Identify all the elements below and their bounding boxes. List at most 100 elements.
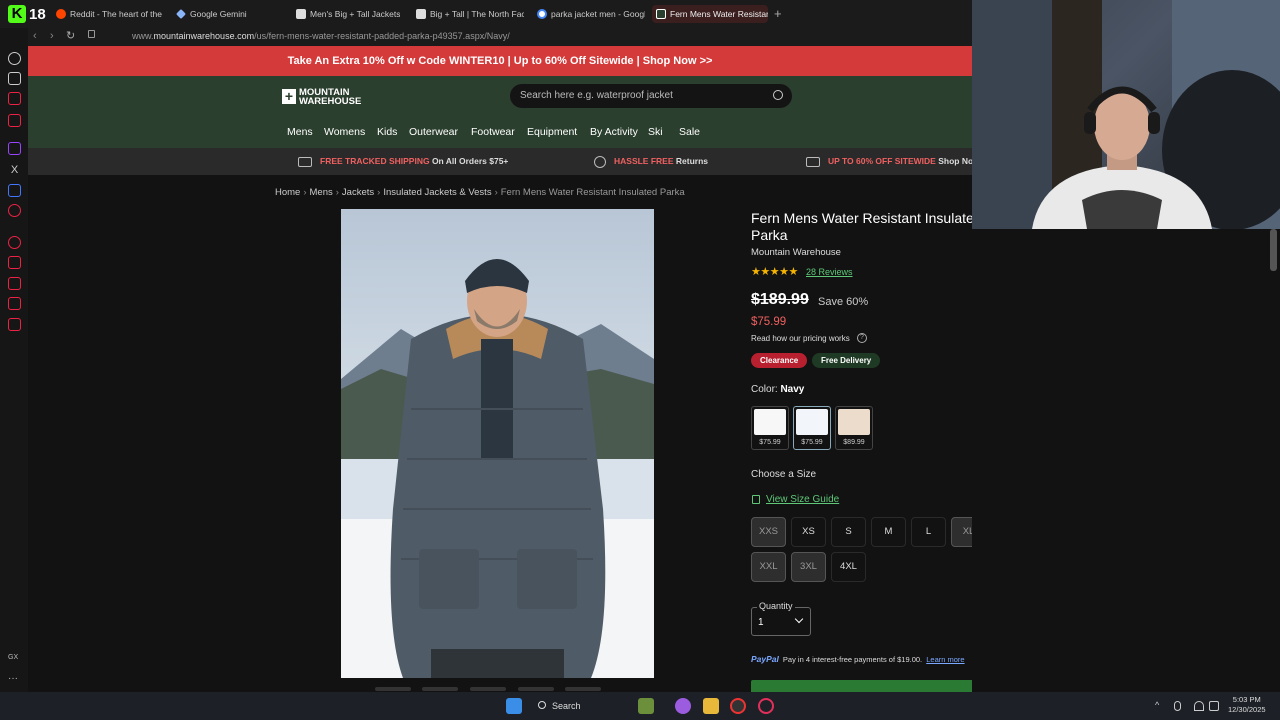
reddit-icon [56,9,66,19]
record-icon[interactable] [8,204,21,217]
tray-chevron-icon[interactable]: ^ [1155,701,1165,711]
tab-big-tall-jackets[interactable]: Men's Big + Tall Jackets | [296,5,400,23]
size-s[interactable]: S [831,517,866,547]
size-guide-link[interactable]: View Size Guide [751,494,839,505]
streamer-camera-feed [972,0,1280,229]
wifi-icon[interactable] [1194,701,1204,711]
add-to-cart-button[interactable] [751,680,972,692]
color-swatch[interactable]: $75.99 [751,406,789,450]
nav-womens[interactable]: Womens [324,126,365,138]
search-input[interactable]: Search here e.g. waterproof jacket [510,84,792,108]
swatch-price: $75.99 [801,439,823,446]
file-explorer-icon[interactable] [703,698,719,714]
nav-sale[interactable]: Sale [679,126,700,138]
cube-icon[interactable] [8,318,21,331]
perk-returns[interactable]: HASSLE FREE Returns [594,148,708,175]
size-xs[interactable]: XS [791,517,826,547]
perk-highlight: FREE TRACKED SHIPPING [320,156,430,166]
kick-logo-icon[interactable]: K [8,5,26,23]
perk-text: Returns [673,156,708,166]
size-m[interactable]: M [871,517,906,547]
send-icon[interactable] [8,256,21,269]
image-thumbnail[interactable] [422,687,458,691]
more-icon[interactable]: ··· [8,673,21,686]
color-swatch[interactable]: $89.99 [835,406,873,450]
perk-sale[interactable]: UP TO 60% OFF SITEWIDE Shop No [806,148,972,175]
page-scrollbar[interactable] [1270,229,1277,271]
size-xl[interactable]: XL [951,517,972,547]
original-price: $189.99 [751,291,809,308]
feed-icon[interactable] [8,92,21,105]
twitch-icon[interactable] [8,142,21,155]
paypal-learn-more-link[interactable]: Learn more [926,655,964,664]
image-thumbnail[interactable] [518,687,554,691]
size-xxl[interactable]: XXL [751,552,786,582]
mountain-warehouse-logo[interactable]: + MOUNTAIN WAREHOUSE [282,88,361,106]
nav-mens[interactable]: Mens [287,126,313,138]
x-icon[interactable]: X [8,164,21,177]
returns-icon [594,155,606,168]
nav-outerwear[interactable]: Outerwear [409,126,458,138]
copilot-icon[interactable] [675,698,691,714]
gx-icon[interactable]: GX [8,654,21,667]
product-image[interactable] [341,209,654,678]
breadcrumb-home[interactable]: Home [275,187,300,198]
tab-label: Big + Tall | The North Face [430,9,524,19]
widgets-icon[interactable] [638,698,654,714]
taskbar-clock[interactable]: 5:03 PM 12/30/2025 [1228,695,1266,715]
opera-gx-icon[interactable] [758,698,774,714]
product-photo [341,259,654,678]
size-4xl[interactable]: 4XL [831,552,866,582]
speaker-icon[interactable] [1209,701,1219,711]
paypal-text: Pay in 4 interest-free payments of $19.0… [782,655,923,664]
image-thumbnail[interactable] [565,687,601,691]
reviews-link[interactable]: 28 Reviews [806,267,853,277]
tab-north-face[interactable]: Big + Tall | The North Face [416,5,524,23]
size-3xl[interactable]: 3XL [791,552,826,582]
search-placeholder: Search here e.g. waterproof jacket [520,90,673,101]
nav-by-activity[interactable]: By Activity [590,126,638,138]
image-thumbnail[interactable] [470,687,506,691]
search-icon[interactable] [773,90,783,100]
color-swatch-navy-selected[interactable]: $75.99 [793,406,831,450]
tab-label: parka jacket men - Google [551,9,645,19]
windows-start-icon[interactable] [506,698,522,714]
size-xxs[interactable]: XXS [751,517,786,547]
tab-reddit[interactable]: Reddit - The heart of the i [56,5,164,23]
breadcrumb-jackets[interactable]: Jackets [342,187,374,198]
promo-banner[interactable]: Take An Extra 10% Off w Code WINTER10 | … [28,46,972,76]
forward-icon[interactable]: › [50,30,54,42]
product-brand[interactable]: Mountain Warehouse [751,247,841,258]
nav-kids[interactable]: Kids [377,126,397,138]
obs-icon[interactable] [730,698,746,714]
play-icon[interactable] [8,236,21,249]
back-icon[interactable]: ‹ [33,30,37,42]
nav-ski[interactable]: Ski [648,126,663,138]
breadcrumb-insulated[interactable]: Insulated Jackets & Vests [383,187,491,198]
swatch-price: $89.99 [843,439,865,446]
quantity-select[interactable]: 1 [751,607,811,636]
shield-icon[interactable] [8,184,21,197]
tab-gemini[interactable]: Google Gemini [176,5,286,23]
new-tab-icon[interactable]: + [774,6,782,21]
nav-equipment[interactable]: Equipment [527,126,577,138]
info-icon[interactable]: ? [857,333,867,343]
reload-icon[interactable]: ↻ [66,29,75,42]
microphone-icon[interactable] [1174,701,1181,711]
address-bar[interactable]: ‹ › ↻ www.mountainwarehouse.com/us/fern-… [28,28,972,46]
size-l[interactable]: L [911,517,946,547]
extension-icon[interactable] [8,114,21,127]
whatsapp-icon[interactable] [8,52,21,65]
game-icon[interactable] [8,72,21,85]
breadcrumb-mens[interactable]: Mens [310,187,333,198]
settings-icon[interactable] [8,297,21,310]
nav-footwear[interactable]: Footwear [471,126,515,138]
perk-shipping[interactable]: FREE TRACKED SHIPPING On All Orders $75+ [298,148,508,175]
tab-google-search[interactable]: parka jacket men - Google [537,5,645,23]
pricing-info-link[interactable]: Read how our pricing works [751,334,850,343]
tab-fern-parka[interactable]: Fern Mens Water Resistant [652,5,768,23]
url-text[interactable]: www.mountainwarehouse.com/us/fern-mens-w… [132,31,510,41]
image-thumbnail[interactable] [375,687,411,691]
taskbar-search[interactable]: Search [529,696,623,716]
news-icon[interactable] [8,277,21,290]
